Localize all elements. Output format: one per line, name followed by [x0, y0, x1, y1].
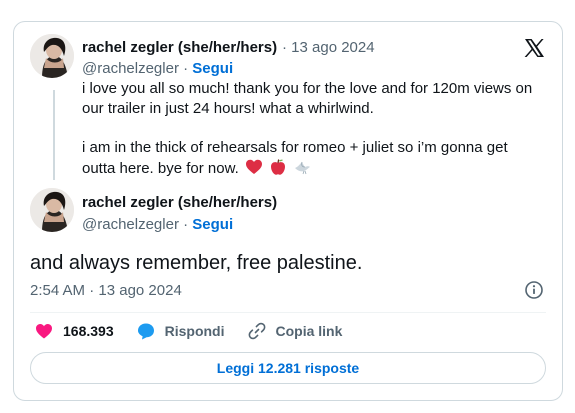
quoted-author-name[interactable]: rachel zegler (she/her/hers) [82, 39, 277, 56]
quoted-tweet-text-line-4: outta here. bye for now. [82, 160, 239, 177]
like-count: 168.393 [63, 323, 114, 339]
avatar[interactable] [30, 188, 74, 232]
divider [30, 312, 546, 313]
timestamp-separator: · [85, 282, 99, 299]
tweet-actions: 168.393 Rispondi Copia link [34, 320, 364, 342]
reply-label: Rispondi [164, 323, 225, 339]
quoted-tweet-text-line-3: i am in the thick of rehearsals for rome… [82, 139, 508, 156]
apple-emoji-icon [271, 159, 286, 175]
avatar-photo [30, 34, 74, 78]
quoted-handle-row: @rachelzegler · Segui [82, 60, 233, 77]
reply-button[interactable]: Rispondi [136, 321, 225, 341]
tweet-time: 2:54 AM [30, 282, 86, 299]
link-icon [248, 322, 265, 340]
main-handle-row: @rachelzegler · Segui [82, 216, 233, 233]
avatar-photo [30, 188, 74, 232]
thread-connector-line [53, 90, 55, 180]
quoted-author-handle[interactable]: @rachelzegler [82, 60, 179, 77]
main-tweet-text: and always remember, free palestine. [30, 252, 363, 274]
tweet-date: 13 ago 2024 [98, 282, 182, 299]
read-replies-button[interactable]: Leggi 12.281 risposte [30, 352, 546, 384]
main-author-name[interactable]: rachel zegler (she/her/hers) [82, 194, 277, 211]
quoted-tweet-text-line-1: i love you all so much! thank you for th… [82, 80, 533, 97]
copy-link-label: Copia link [275, 323, 343, 339]
main-author-handle[interactable]: @rachelzegler [82, 216, 179, 233]
x-logo-icon[interactable] [522, 36, 546, 60]
dove-emoji-icon [295, 161, 311, 175]
info-icon[interactable] [524, 280, 544, 300]
read-replies-label: Leggi 12.281 risposte [216, 360, 360, 376]
handle-separator: · [178, 60, 193, 77]
follow-button[interactable]: Segui [192, 216, 233, 233]
avatar[interactable] [30, 34, 74, 78]
heart-emoji-icon [245, 159, 262, 174]
handle-separator: · [178, 216, 193, 233]
quoted-tweet-text-line-4-row: outta here. bye for now. [82, 158, 311, 179]
embedded-tweet-card: rachel zegler (she/her/hers) · 13 ago 20… [13, 21, 563, 401]
quoted-tweet-text-line-2: our trailer in just 24 hours! what a whi… [82, 100, 374, 117]
follow-button[interactable]: Segui [192, 60, 233, 77]
tweet-timestamp[interactable]: 2:54 AM · 13 ago 2024 [30, 282, 182, 299]
like-button[interactable]: 168.393 [34, 321, 114, 341]
heart-icon [36, 324, 52, 339]
quoted-tweet-date[interactable]: 13 ago 2024 [291, 39, 374, 56]
quoted-tweet-date-row: · 13 ago 2024 [282, 39, 375, 56]
copy-link-button[interactable]: Copia link [247, 321, 343, 341]
date-separator: · [282, 39, 292, 56]
reply-bubble-icon [137, 323, 154, 340]
